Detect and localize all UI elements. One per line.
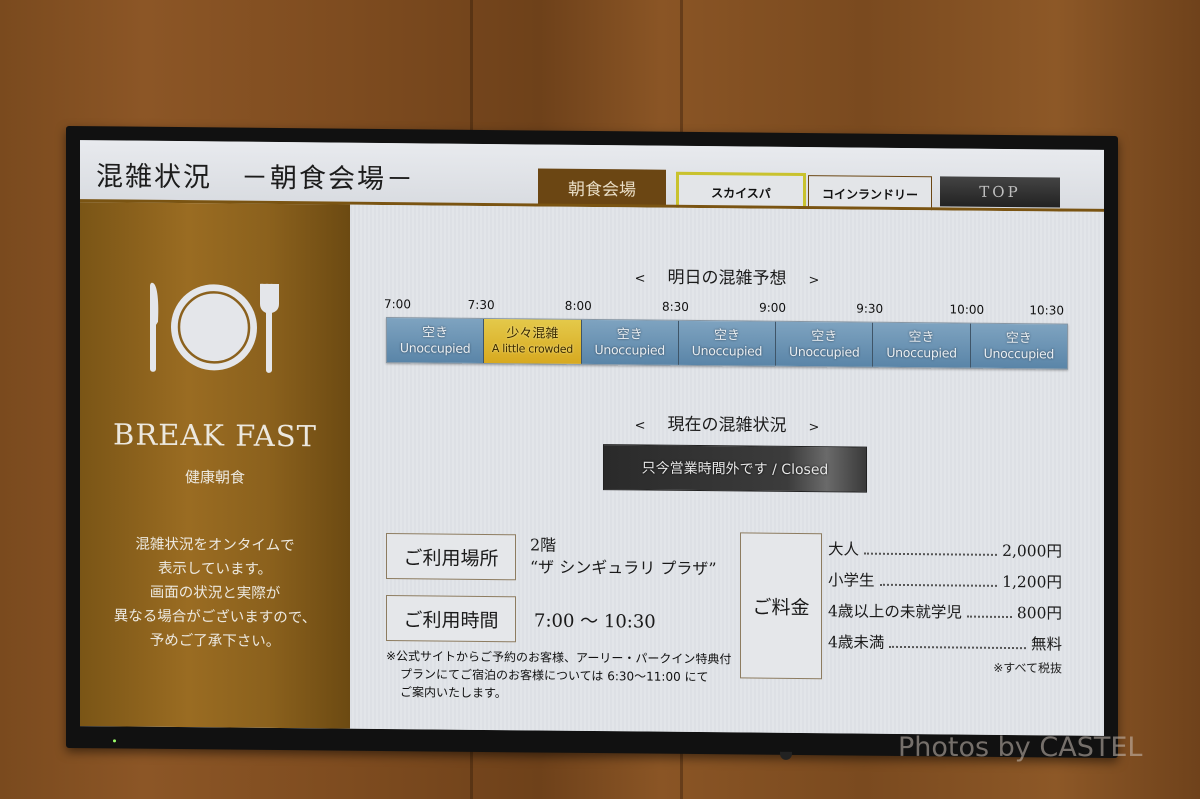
timeline-slot-unoccupied: 空き Unoccupied <box>678 320 777 366</box>
photo-watermark: Photos by CASTEL <box>898 732 1143 763</box>
slot-status-jp: 空き <box>1005 330 1032 346</box>
time-label: 10:00 <box>949 302 985 317</box>
slot-status-en: Unoccupied <box>691 342 763 359</box>
dot-leader <box>864 552 998 556</box>
price-value: 2,000円 <box>1002 541 1062 561</box>
dot-leader <box>966 615 1012 619</box>
timeline-slot-unoccupied: 空き Unoccupied <box>581 319 679 365</box>
next-arrow[interactable]: > <box>809 420 820 435</box>
sidebar: BREAK FAST 健康朝食 混雑状況をオンタイムで 表示しています。 画面の… <box>80 202 350 729</box>
footnote-line: ご案内いたします。 <box>400 685 507 701</box>
price-value: 800円 <box>1016 604 1062 623</box>
location-floor: 2階 <box>530 535 557 555</box>
top-button[interactable]: TOP <box>940 176 1060 208</box>
screen: 混雑状況 －朝食会場－ 朝食会場 スカイスパ コインランドリー TOP BREA… <box>80 140 1104 736</box>
timeline-slot-crowded: 少々混雑 A little crowded <box>484 318 582 364</box>
price-row: 小学生 1,200円 <box>828 568 1062 601</box>
slot-status-en: Unoccupied <box>983 345 1055 361</box>
location-value: 2階 “ザ シンギュラリ プラザ” <box>530 534 717 580</box>
next-arrow[interactable]: > <box>809 273 820 288</box>
price-value: 無料 <box>1030 635 1062 654</box>
time-label: 9:00 <box>759 300 787 315</box>
price-row: 大人 2,000円 <box>828 537 1062 570</box>
slot-status-en: Unoccupied <box>789 343 860 360</box>
price-label: 4歳未満 <box>828 633 885 652</box>
forecast-title: 明日の混雑予想 <box>667 267 787 289</box>
slot-status-en: Unoccupied <box>399 339 471 356</box>
slot-status-jp: 空き <box>422 324 449 341</box>
location-name: “ザ シンギュラリ プラザ” <box>530 557 717 579</box>
tv-display: 混雑状況 －朝食会場－ 朝食会場 スカイスパ コインランドリー TOP BREA… <box>66 125 1118 760</box>
timeline-slot-unoccupied: 空き Unoccupied <box>873 322 971 368</box>
price-row: 4歳以上の未就学児 800円 <box>828 599 1062 632</box>
dot-leader <box>879 583 998 587</box>
brand-subtitle: 健康朝食 <box>184 468 245 487</box>
time-label: 8:00 <box>564 298 592 313</box>
fee-label: ご料金 <box>740 532 822 680</box>
slot-status-en: Unoccupied <box>886 344 957 361</box>
prev-arrow[interactable]: < <box>635 271 646 286</box>
notice-line: 異なる場合がございますので、 <box>113 608 317 627</box>
power-led <box>113 739 116 743</box>
slot-status-jp: 少々混雑 <box>506 325 559 342</box>
current-header: < 現在の混雑状況 > <box>350 407 1104 439</box>
time-label: 10:30 <box>1029 303 1064 318</box>
timeline-slot-unoccupied: 空き Unoccupied <box>776 321 874 367</box>
price-label: 大人 <box>828 540 860 559</box>
time-label: 7:00 <box>384 297 411 312</box>
brand-title: BREAK FAST <box>113 417 317 454</box>
footnote: ※公式サイトからご予約のお客様、アーリー・パークイン特典付 プランにてご宿泊のお… <box>386 647 731 704</box>
time-label: 9:30 <box>856 301 884 316</box>
notice-text: 混雑状況をオンタイムで 表示しています。 画面の状況と実際が 異なる場合がござい… <box>80 532 350 655</box>
price-label: 4歳以上の未就学児 <box>828 602 962 622</box>
timeline-slot-unoccupied: 空き Unoccupied <box>387 318 485 363</box>
price-value: 1,200円 <box>1002 572 1062 592</box>
slot-status-jp: 空き <box>713 327 740 343</box>
notice-line: 画面の状況と実際が <box>149 584 281 603</box>
price-label: 小学生 <box>828 571 875 590</box>
prev-arrow[interactable]: < <box>635 418 646 433</box>
slot-status-jp: 空き <box>616 326 643 342</box>
page-title: 混雑状況 －朝食会場－ <box>96 161 415 196</box>
dot-leader <box>889 645 1026 650</box>
hours-value: 7:00 〜 10:30 <box>534 610 656 633</box>
notice-line: 予めご了承下さい。 <box>149 632 281 651</box>
slot-status-jp: 空き <box>811 328 838 344</box>
time-label: 7:30 <box>467 297 495 313</box>
time-label: 8:30 <box>661 299 689 314</box>
price-list: 大人 2,000円 小学生 1,200円 4歳以上の未就学児 800円 4歳未満 無料 … <box>828 537 1062 676</box>
header: 混雑状況 －朝食会場－ 朝食会場 スカイスパ コインランドリー TOP <box>80 140 1104 214</box>
ir-sensor <box>780 751 792 760</box>
slot-status-en: A little crowded <box>491 341 573 356</box>
current-status-badge: 只今営業時間外です / Closed <box>603 444 867 493</box>
crowd-forecast-timeline: 空き Unoccupied 少々混雑 A little crowded 空き Unoccu… <box>386 317 1068 370</box>
forecast-header: < 明日の混雑予想 > <box>350 260 1104 292</box>
tab-breakfast-venue[interactable]: 朝食会場 <box>538 168 666 206</box>
notice-line: 表示しています。 <box>157 560 273 578</box>
notice-line: 混雑状況をオンタイムで <box>135 536 295 555</box>
slot-status-jp: 空き <box>908 329 935 345</box>
tableware-icon <box>150 282 279 373</box>
current-title: 現在の混雑状況 <box>667 414 787 436</box>
time-axis: 7:00 7:30 8:00 8:30 9:00 9:30 10:00 10:30 <box>384 297 1064 320</box>
hours-label: ご利用時間 <box>386 595 516 643</box>
location-label: ご利用場所 <box>386 533 516 581</box>
timeline-slot-unoccupied: 空き Unoccupied <box>970 323 1067 369</box>
main-panel: < 明日の混雑予想 > 7:00 7:30 8:00 8:30 9:00 9:30 10:00 1… <box>350 204 1104 736</box>
slot-status-en: Unoccupied <box>594 341 665 358</box>
tax-note: ※すべて税抜 <box>993 660 1062 676</box>
